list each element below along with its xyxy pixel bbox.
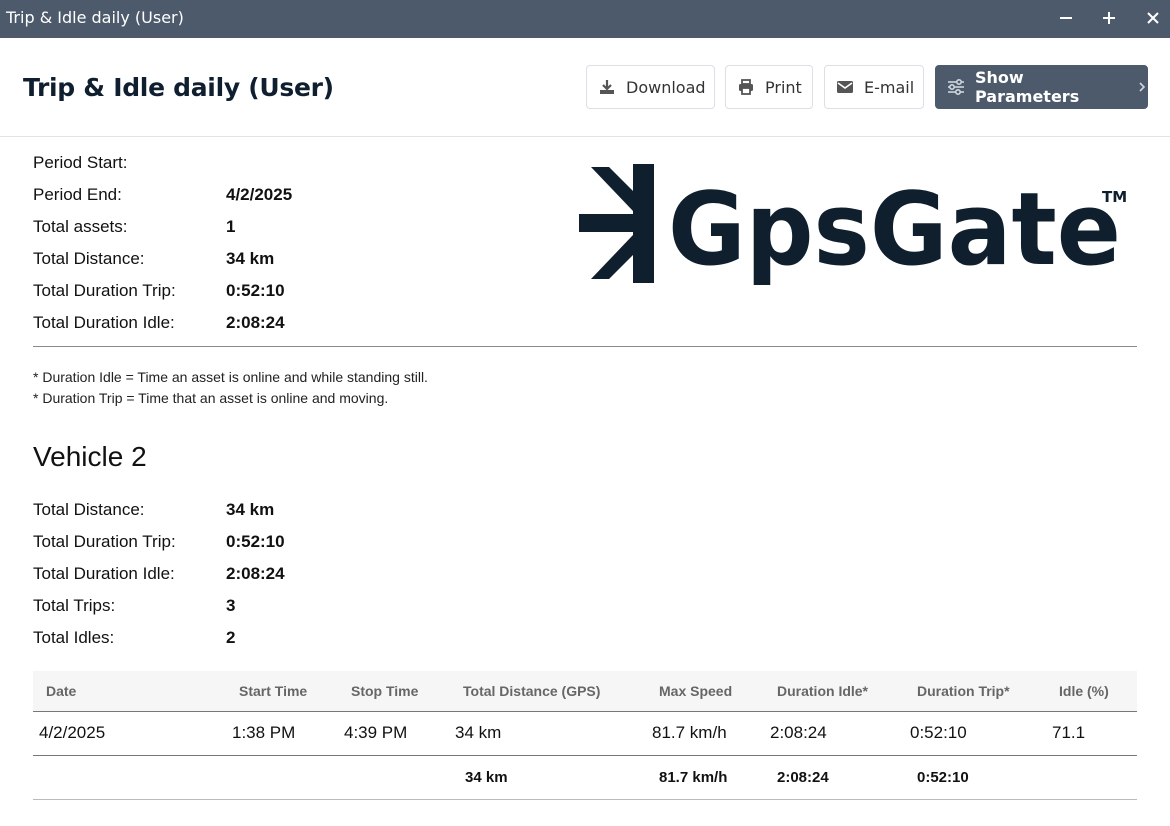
cell-start-time: 1:38 PM [226, 710, 338, 755]
cell-stop-time: 4:39 PM [338, 710, 449, 755]
column-header-date[interactable]: Date [33, 671, 226, 711]
total-cell-start-time [226, 754, 338, 800]
page-title: Trip & Idle daily (User) [23, 73, 334, 102]
table-row: 4/2/2025 1:38 PM 4:39 PM 34 km 81.7 km/h… [33, 710, 1137, 755]
divider [33, 346, 1137, 347]
total-duration-trip: 0:52:10 [904, 754, 1046, 800]
cell-duration-idle: 2:08:24 [764, 710, 904, 755]
window-title: Trip & Idle daily (User) [6, 8, 184, 27]
note-trip: * Duration Trip = Time that an asset is … [33, 390, 389, 406]
trips-table: Date Start Time Stop Time Total Distance… [33, 671, 1137, 800]
column-header-total-distance[interactable]: Total Distance (GPS) [449, 671, 646, 711]
close-button[interactable] [1138, 4, 1168, 32]
show-parameters-button[interactable]: Show Parameters [935, 65, 1148, 109]
logo-text: GpsGate [668, 170, 1121, 287]
column-header-max-speed[interactable]: Max Speed [646, 671, 764, 711]
kv-label: Total assets: [33, 217, 128, 236]
total-idle-percent [1046, 754, 1137, 800]
download-icon [600, 80, 614, 94]
kv-label: Period End: [33, 185, 122, 204]
kv-value: 34 km [226, 249, 275, 268]
column-header-idle-percent[interactable]: Idle (%) [1046, 671, 1137, 711]
printer-icon [739, 79, 753, 95]
sliders-icon [948, 79, 964, 95]
kv-value: 2:08:24 [226, 564, 285, 583]
kv-value: 3 [226, 596, 236, 615]
print-label: Print [765, 77, 802, 97]
total-cell-stop-time [338, 754, 449, 800]
cell-total-distance: 34 km [449, 710, 646, 755]
cell-date: 4/2/2025 [33, 710, 226, 755]
kv-label: Total Distance: [33, 249, 145, 268]
kv-value: 34 km [226, 500, 275, 519]
kv-label: Total Duration Idle: [33, 564, 175, 583]
cell-max-speed: 81.7 km/h [646, 710, 764, 755]
kv-value: 2 [226, 628, 236, 647]
total-cell-date [33, 754, 226, 800]
vehicle-heading: Vehicle 2 [33, 441, 147, 472]
column-header-start-time[interactable]: Start Time [226, 671, 338, 711]
table-header-row: Date Start Time Stop Time Total Distance… [33, 671, 1137, 711]
total-max-speed: 81.7 km/h [646, 754, 764, 800]
kv-label: Total Distance: [33, 500, 145, 519]
kv-label: Total Duration Trip: [33, 281, 176, 300]
show-parameters-label: Show Parameters [975, 68, 1080, 106]
total-duration-idle: 2:08:24 [764, 754, 904, 800]
maximize-button[interactable] [1094, 4, 1124, 32]
print-button[interactable]: Print [725, 65, 813, 109]
email-label: E-mail [864, 77, 915, 97]
total-distance: 34 km [449, 754, 646, 800]
logo-trademark: TM [1102, 188, 1127, 206]
chevron-right-icon [1139, 82, 1146, 92]
report-header: Trip & Idle daily (User) Download Print … [0, 38, 1170, 137]
cell-idle-percent: 71.1 [1046, 710, 1137, 755]
kv-label: Total Duration Trip: [33, 532, 176, 551]
column-header-duration-idle[interactable]: Duration Idle* [764, 671, 904, 711]
download-label: Download [626, 77, 706, 97]
kv-label: Total Duration Idle: [33, 313, 175, 332]
close-icon [1147, 12, 1159, 24]
kv-label: Total Idles: [33, 628, 115, 647]
envelope-icon [837, 81, 853, 93]
kv-value: 2:08:24 [226, 313, 285, 332]
email-button[interactable]: E-mail [824, 65, 924, 109]
gpsgate-logo: GpsGate TM [579, 164, 1127, 287]
cell-duration-trip: 0:52:10 [904, 710, 1046, 755]
kv-value: 0:52:10 [226, 281, 285, 300]
kv-label: Total Trips: [33, 596, 116, 615]
kv-value: 4/2/2025 [226, 185, 293, 204]
minimize-button[interactable] [1051, 4, 1081, 32]
kv-value: 0:52:10 [226, 532, 285, 551]
plus-icon [1103, 12, 1115, 24]
totals-row: 34 km 81.7 km/h 2:08:24 0:52:10 [33, 754, 1137, 800]
download-button[interactable]: Download [586, 65, 715, 109]
column-header-duration-trip[interactable]: Duration Trip* [904, 671, 1046, 711]
note-idle: * Duration Idle = Time an asset is onlin… [33, 369, 428, 385]
column-header-stop-time[interactable]: Stop Time [338, 671, 449, 711]
kv-value: 1 [226, 217, 236, 236]
window-titlebar: Trip & Idle daily (User) [0, 0, 1170, 38]
minimize-icon [1060, 17, 1072, 19]
kv-label: Period Start: [33, 153, 128, 172]
